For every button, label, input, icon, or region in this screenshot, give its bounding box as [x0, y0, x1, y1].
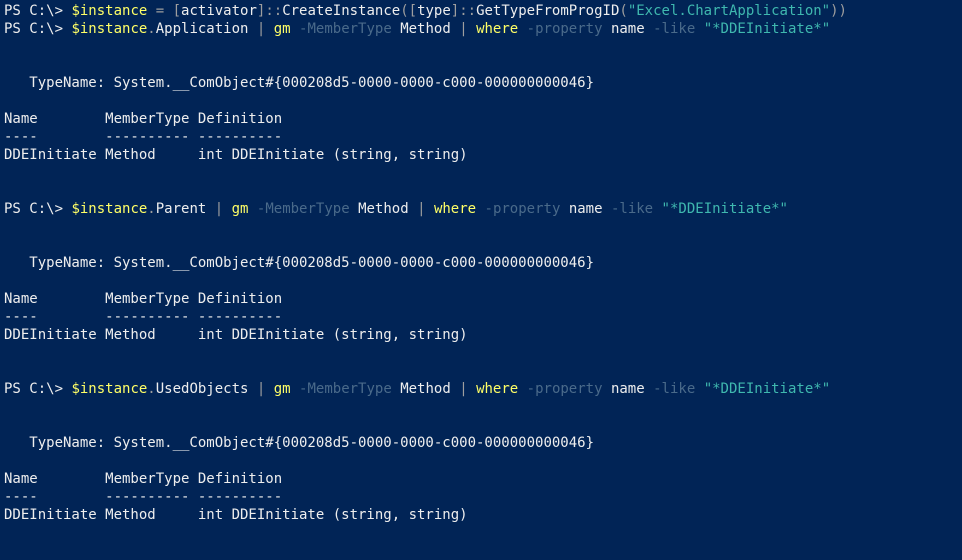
- segment-str: "*DDEInitiate*": [704, 381, 830, 397]
- segment-text: name: [611, 21, 653, 37]
- blank-line: [4, 56, 958, 74]
- blank-line: [4, 344, 958, 362]
- terminal-line: ---- ---------- ----------: [4, 488, 958, 506]
- segment-darkop: -property: [527, 21, 611, 37]
- segment-text: ---- ---------- ----------: [4, 489, 282, 505]
- segment-text: GetTypeFromProgID: [476, 3, 619, 19]
- segment-op: |: [257, 21, 274, 37]
- segment-darkop: -MemberType: [299, 381, 400, 397]
- segment-op: |: [459, 381, 476, 397]
- terminal-line: Name MemberType Definition: [4, 290, 958, 308]
- segment-op: .: [147, 381, 155, 397]
- segment-op: |: [417, 201, 434, 217]
- segment-darkop: -like: [653, 381, 704, 397]
- segment-darkop: -property: [485, 201, 569, 217]
- terminal-line: DDEInitiate Method int DDEInitiate (stri…: [4, 146, 958, 164]
- terminal-line: ---- ---------- ----------: [4, 308, 958, 326]
- segment-cmd: $instance: [71, 381, 147, 397]
- segment-text: CreateInstance: [282, 3, 400, 19]
- terminal-line: PS C:\> $instance = [activator]::CreateI…: [4, 2, 958, 20]
- segment-op: .: [147, 21, 155, 37]
- segment-text: Name MemberType Definition: [4, 111, 282, 127]
- segment-text: ---- ---------- ----------: [4, 309, 282, 325]
- segment-prompt: PS C:\>: [4, 381, 71, 397]
- terminal-line: TypeName: System.__ComObject#{000208d5-0…: [4, 254, 958, 272]
- segment-cmd: where: [476, 21, 527, 37]
- segment-text: Method: [400, 21, 459, 37]
- segment-text: ---- ---------- ----------: [4, 129, 282, 145]
- blank-line: [4, 92, 958, 110]
- blank-line: [4, 236, 958, 254]
- segment-text: activator: [181, 3, 257, 19]
- segment-text: TypeName: System.__ComObject#{000208d5-0…: [4, 435, 594, 451]
- segment-darkop: -like: [653, 21, 704, 37]
- segment-str: "*DDEInitiate*": [704, 21, 830, 37]
- blank-line: [4, 218, 958, 236]
- segment-text: DDEInitiate Method int DDEInitiate (stri…: [4, 147, 468, 163]
- segment-op: ([: [400, 3, 417, 19]
- segment-darkop: -MemberType: [257, 201, 358, 217]
- segment-cmd: where: [476, 381, 527, 397]
- segment-op: |: [257, 381, 274, 397]
- segment-text: Name MemberType Definition: [4, 471, 282, 487]
- terminal-line: TypeName: System.__ComObject#{000208d5-0…: [4, 434, 958, 452]
- segment-text: DDEInitiate Method int DDEInitiate (stri…: [4, 507, 468, 523]
- segment-op: .: [147, 201, 155, 217]
- terminal-line: PS C:\> $instance.UsedObjects | gm -Memb…: [4, 380, 958, 398]
- segment-text: Name MemberType Definition: [4, 291, 282, 307]
- segment-cmd: $instance: [71, 3, 155, 19]
- segment-text: Method: [358, 201, 417, 217]
- segment-darkop: -like: [611, 201, 662, 217]
- segment-op: ]::: [257, 3, 282, 19]
- blank-line: [4, 452, 958, 470]
- segment-op: = [: [156, 3, 181, 19]
- segment-prompt: PS C:\>: [4, 201, 71, 217]
- terminal-line: PS C:\> $instance.Parent | gm -MemberTyp…: [4, 200, 958, 218]
- segment-text: type: [417, 3, 451, 19]
- segment-prompt: PS C:\>: [4, 3, 71, 19]
- segment-prompt: PS C:\>: [4, 21, 71, 37]
- terminal-line: Name MemberType Definition: [4, 470, 958, 488]
- segment-text: DDEInitiate Method int DDEInitiate (stri…: [4, 327, 468, 343]
- blank-line: [4, 416, 958, 434]
- segment-op: |: [459, 21, 476, 37]
- terminal-line: TypeName: System.__ComObject#{000208d5-0…: [4, 74, 958, 92]
- segment-text: TypeName: System.__ComObject#{000208d5-0…: [4, 75, 594, 91]
- segment-cmd: gm: [274, 381, 299, 397]
- powershell-terminal[interactable]: PS C:\> $instance = [activator]::CreateI…: [0, 0, 962, 526]
- segment-text: UsedObjects: [156, 381, 257, 397]
- segment-text: TypeName: System.__ComObject#{000208d5-0…: [4, 255, 594, 271]
- blank-line: [4, 362, 958, 380]
- terminal-line: PS C:\> $instance.Application | gm -Memb…: [4, 20, 958, 38]
- terminal-line: Name MemberType Definition: [4, 110, 958, 128]
- blank-line: [4, 182, 958, 200]
- terminal-line: ---- ---------- ----------: [4, 128, 958, 146]
- terminal-line: DDEInitiate Method int DDEInitiate (stri…: [4, 326, 958, 344]
- blank-line: [4, 398, 958, 416]
- segment-text: Parent: [156, 201, 215, 217]
- segment-darkop: -property: [527, 381, 611, 397]
- segment-cmd: $instance: [71, 201, 147, 217]
- terminal-line: DDEInitiate Method int DDEInitiate (stri…: [4, 506, 958, 524]
- segment-cmd: gm: [274, 21, 299, 37]
- segment-cmd: $instance: [71, 21, 147, 37]
- segment-cmd: where: [434, 201, 485, 217]
- segment-op: ]::: [451, 3, 476, 19]
- segment-str: "*DDEInitiate*": [662, 201, 788, 217]
- segment-op: |: [215, 201, 232, 217]
- segment-cmd: gm: [232, 201, 257, 217]
- segment-text: name: [611, 381, 653, 397]
- blank-line: [4, 164, 958, 182]
- segment-op: )): [830, 3, 847, 19]
- segment-darkop: -MemberType: [299, 21, 400, 37]
- blank-line: [4, 272, 958, 290]
- segment-text: name: [569, 201, 611, 217]
- segment-text: Application: [156, 21, 257, 37]
- blank-line: [4, 38, 958, 56]
- segment-str: "Excel.ChartApplication": [628, 3, 830, 19]
- segment-op: (: [619, 3, 627, 19]
- segment-text: Method: [400, 381, 459, 397]
